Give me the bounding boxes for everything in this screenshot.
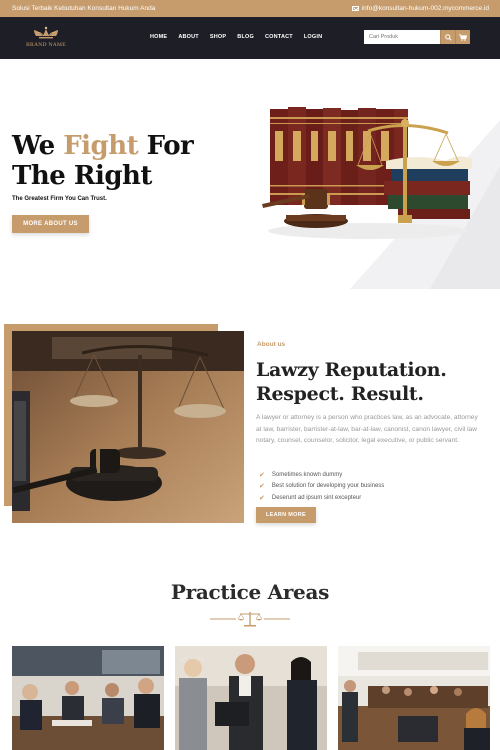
check-icon: ✔ [259, 494, 265, 502]
practice-card-courtroom-photo[interactable] [338, 646, 490, 750]
check-icon: ✔ [259, 483, 265, 491]
cart-button[interactable] [455, 30, 470, 44]
practice-areas-title: Practice Areas [170, 580, 330, 604]
crown-wings-icon [34, 26, 58, 39]
nav-home[interactable]: HOME [150, 34, 167, 40]
about-feature-list: ✔ Sometimes known dummy ✔ Best solution fo… [259, 469, 384, 504]
hero-title: We Fight For The Right [12, 131, 194, 191]
list-item: ✔ Sometimes known dummy [259, 471, 343, 479]
cart-icon [459, 33, 467, 41]
main-nav: HOME ABOUT SHOP BLOG CONTACT LOGIN [150, 34, 322, 40]
more-about-us-button[interactable]: MORE ABOUT US [12, 215, 89, 233]
nav-about[interactable]: ABOUT [178, 34, 199, 40]
list-item: ✔ Deserunt ad ipsum sint excepteur [259, 494, 362, 502]
hero-section: We Fight For The Right The Greatest Firm… [0, 59, 500, 289]
top-bar: Solusi Terbaik Kebutuhan Konsultan Hukum… [0, 0, 500, 17]
nav-contact[interactable]: CONTACT [265, 34, 293, 40]
brand-logo[interactable]: BRAND NAME [25, 26, 67, 52]
practice-card-meeting-photo[interactable] [12, 646, 164, 750]
nav-blog[interactable]: BLOG [237, 34, 254, 40]
product-search [364, 30, 470, 44]
scales-divider-icon [210, 612, 290, 627]
search-icon [444, 33, 452, 41]
about-scales-gavel-photo [12, 331, 244, 523]
email-text[interactable]: info@konsultan-hukum-002.mycommerce.id [362, 5, 489, 12]
mail-icon [351, 6, 359, 11]
contact-email[interactable]: info@konsultan-hukum-002.mycommerce.id [351, 5, 489, 12]
brand-name: BRAND NAME [26, 42, 66, 48]
law-books-scales-image [262, 107, 472, 239]
about-label: About us [257, 341, 286, 348]
nav-login[interactable]: LOGIN [304, 34, 322, 40]
tagline: Solusi Terbaik Kebutuhan Konsultan Hukum… [12, 5, 156, 12]
hero-title-highlight: Fight [63, 131, 139, 161]
list-item: ✔ Best solution for developing your busin… [259, 483, 385, 491]
check-icon: ✔ [259, 471, 265, 479]
practice-card-handshake-photo[interactable] [175, 646, 327, 750]
learn-more-button[interactable]: LEARN MORE [256, 507, 316, 523]
nav-shop[interactable]: SHOP [210, 34, 226, 40]
about-text: A lawyer or attorney is a person who pra… [256, 414, 478, 444]
search-input[interactable] [364, 30, 440, 44]
hero-subtitle: The Greatest Firm You Can Trust. [12, 196, 107, 202]
about-title: Lawzy Reputation. Respect. Result. [256, 359, 447, 405]
search-button[interactable] [440, 30, 455, 44]
